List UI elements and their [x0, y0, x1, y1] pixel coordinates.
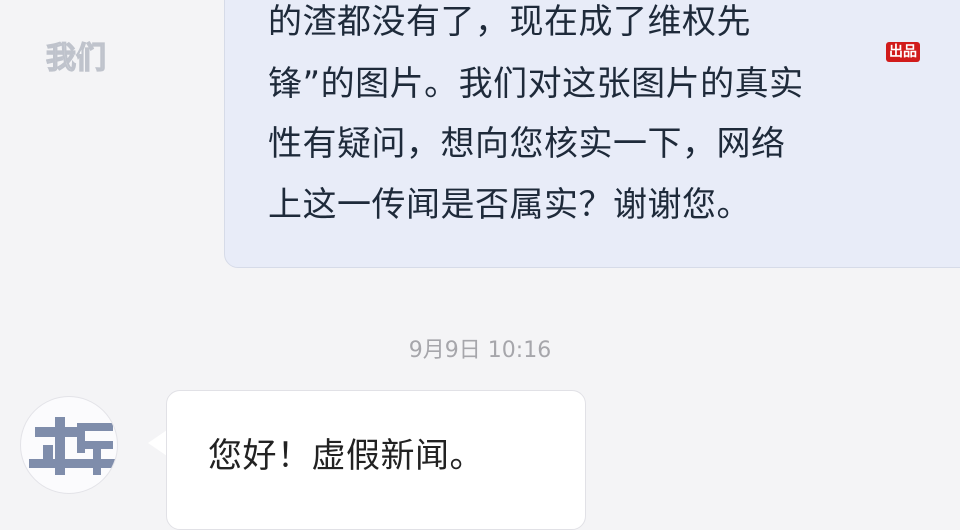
outgoing-message-line: 锋”的图片。我们对这张图片的真实	[268, 64, 804, 104]
avatar[interactable]	[20, 396, 118, 494]
watermark-logo: 我们	[45, 26, 156, 84]
incoming-bubble-tail	[148, 430, 167, 456]
watermark-tag-badge: 出品	[886, 42, 920, 62]
outgoing-message-line: 性有疑问，想向您核实一下，网络	[268, 124, 786, 164]
watermark-logo-text: 我们	[46, 41, 106, 76]
incoming-message-text: 您好！虚假新闻。	[208, 436, 484, 476]
outgoing-message-line: 上这一传闻是否属实？谢谢您。	[268, 185, 751, 225]
avatar-glyph-icon	[29, 417, 117, 475]
message-timestamp: 9月9日 10:16	[408, 338, 552, 363]
outgoing-message-line: 的渣都没有了，现在成了维权先	[268, 2, 751, 42]
